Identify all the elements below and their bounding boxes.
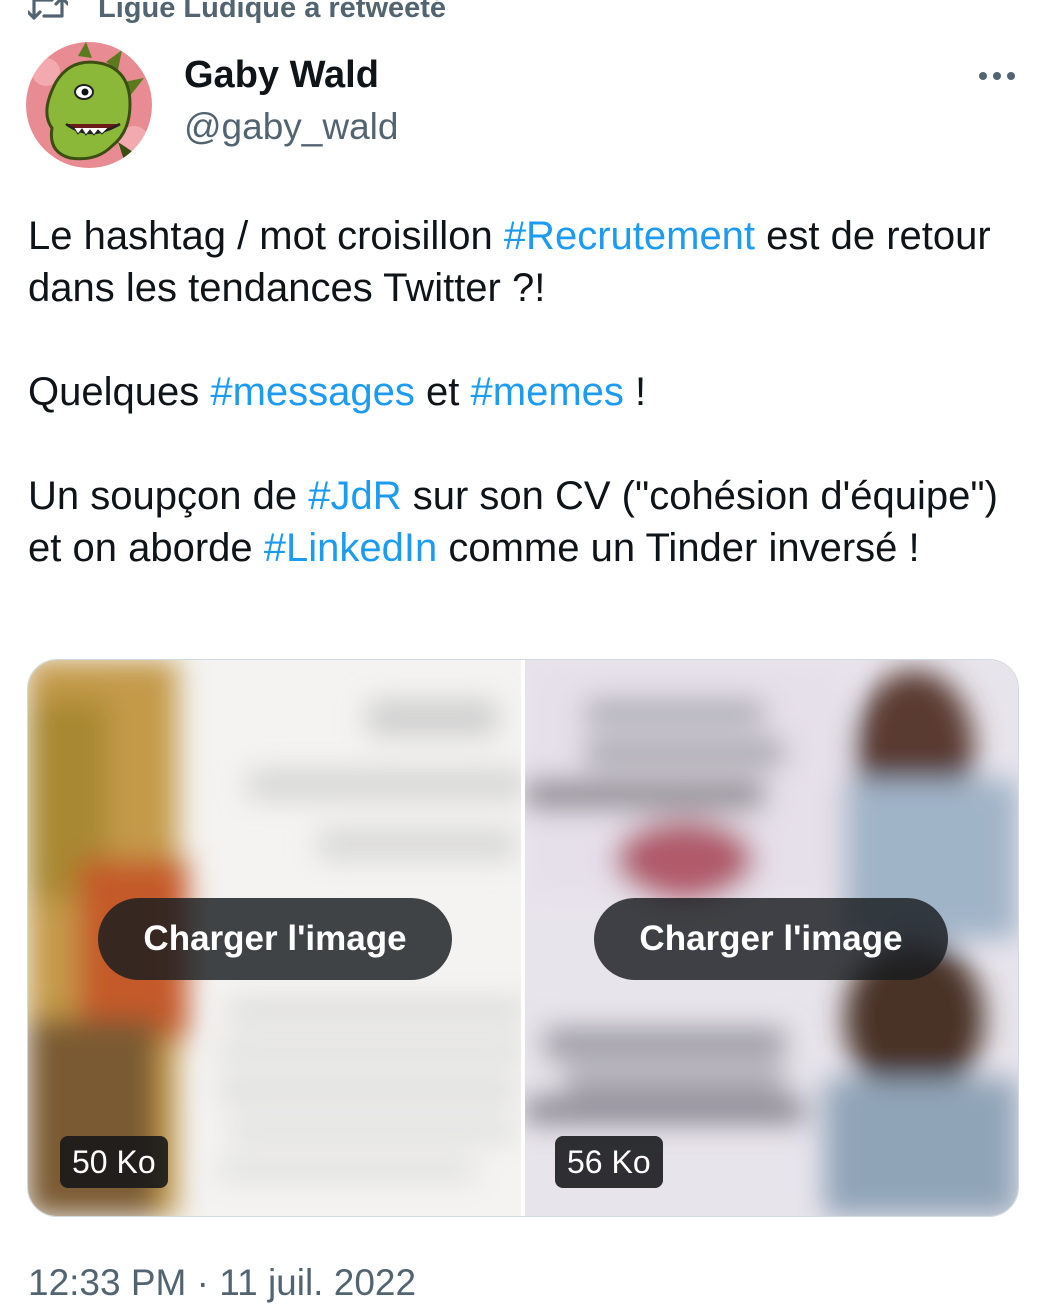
tweet-text-segment: Le hashtag / mot croisillon [28,214,504,258]
tweet-text-segment: comme un Tinder inversé ! [437,526,920,570]
author-avatar[interactable] [26,42,152,168]
retweet-icon [28,0,68,20]
tweet-paragraph-2: Quelques #messages et #memes ! [28,366,1018,418]
more-options-button[interactable] [970,56,1024,96]
image-size-badge: 50 Ko [60,1136,168,1188]
dragon-avatar [26,42,152,168]
tweet-text: Le hashtag / mot croisillon #Recrutement… [28,210,1018,574]
tweet-text-segment: Quelques [28,370,211,414]
more-dots-icon [979,72,1015,80]
retweet-context[interactable]: Ligue Ludique a retweeté [28,0,446,28]
tweet-timestamp[interactable]: 12:33 PM · 11 juil. 2022 [28,1262,416,1304]
retweet-label: Ligue Ludique a retweeté [98,0,447,24]
author-handle[interactable]: @gaby_wald [184,106,398,148]
load-image-button[interactable]: Charger l'image [98,898,452,980]
author-name[interactable]: Gaby Wald [184,54,379,97]
tweet-paragraph-1: Le hashtag / mot croisillon #Recrutement… [28,210,1018,314]
tweet-paragraph-3: Un soupçon de #JdR sur son CV ("cohésion… [28,470,1018,574]
media-grid: Charger l'image 50 Ko Charger l'image 56… [27,659,1019,1217]
image-size-badge: 56 Ko [555,1136,663,1188]
hashtag-recrutement[interactable]: #Recrutement [504,214,755,258]
media-image-2[interactable]: Charger l'image 56 Ko [525,660,1018,1216]
tweet-text-segment: Un soupçon de [28,474,309,518]
media-image-1[interactable]: Charger l'image 50 Ko [28,660,521,1216]
hashtag-messages[interactable]: #messages [210,370,415,414]
tweet-text-segment: ! [623,370,647,414]
tweet-text-segment: et [414,370,471,414]
hashtag-memes[interactable]: #memes [471,370,624,414]
hashtag-linkedin[interactable]: #LinkedIn [264,526,437,570]
hashtag-jdr[interactable]: #JdR [308,474,401,518]
load-image-button[interactable]: Charger l'image [594,898,948,980]
